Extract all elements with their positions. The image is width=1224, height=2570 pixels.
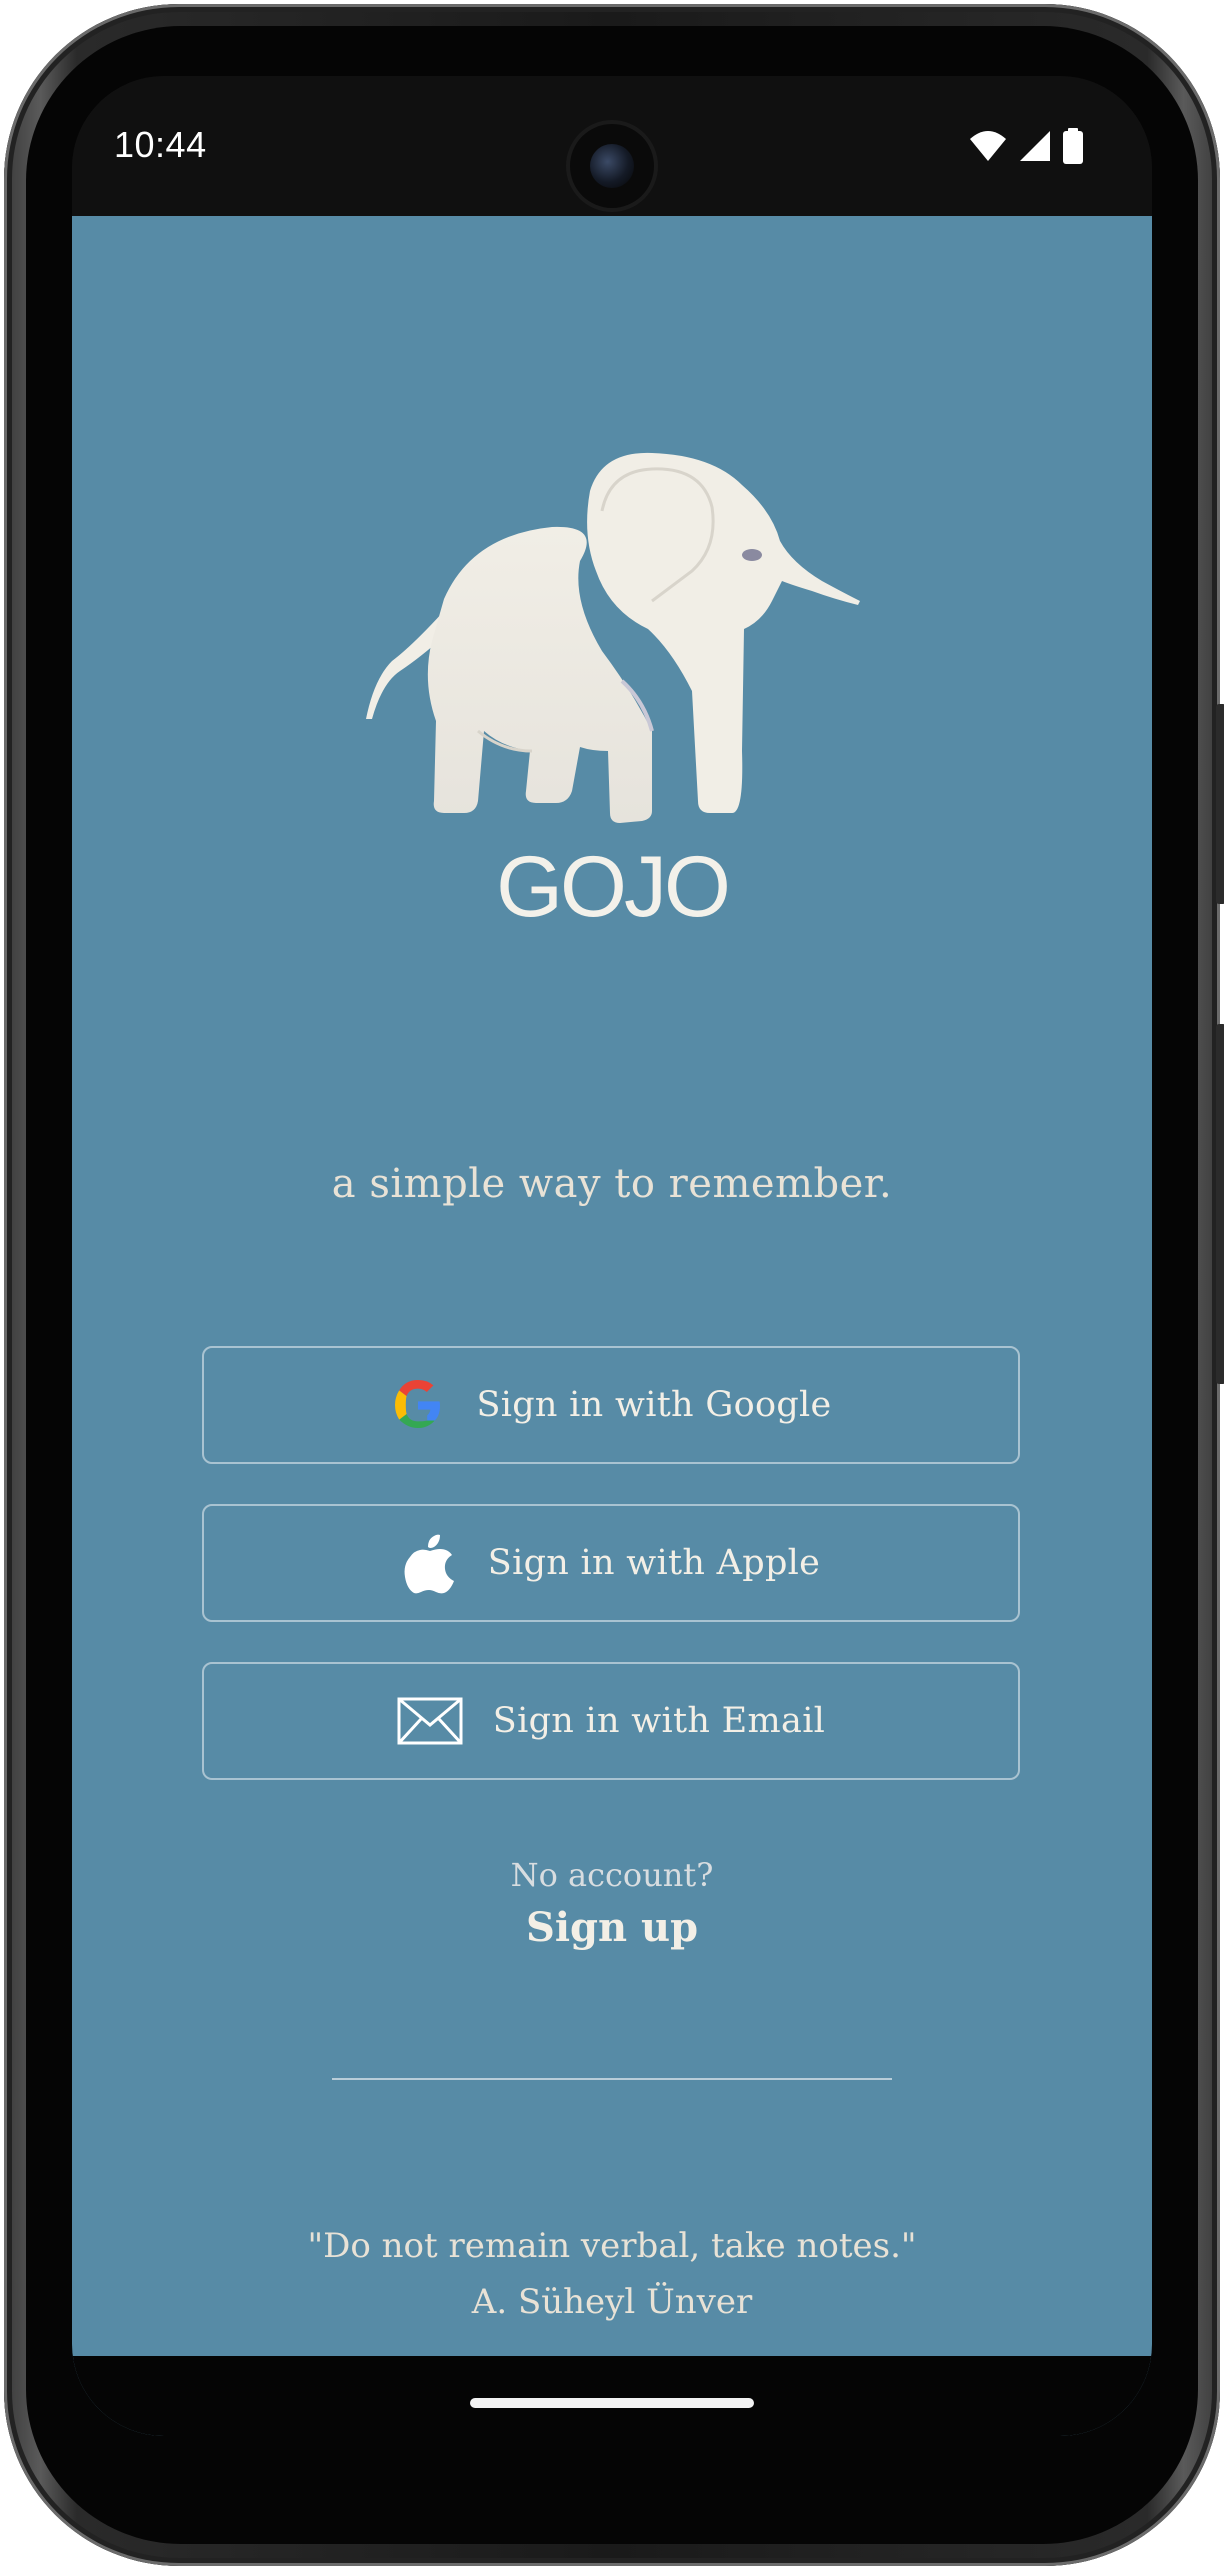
volume-button — [1216, 1024, 1224, 1384]
google-icon — [390, 1377, 446, 1433]
quote-author: A. Süheyl Ünver — [471, 2282, 753, 2322]
sign-in-google-label: Sign in with Google — [476, 1385, 832, 1425]
status-bar: 10:44 — [72, 76, 1152, 216]
envelope-icon — [397, 1697, 463, 1745]
apple-icon — [402, 1531, 458, 1595]
home-indicator[interactable] — [470, 2398, 754, 2408]
sign-up-link[interactable]: Sign up — [72, 1904, 1152, 1951]
screen: 10:44 GOJO a simple way to remember. Sig… — [72, 76, 1152, 2436]
sign-in-email-label: Sign in with Email — [492, 1701, 826, 1741]
power-button — [1216, 704, 1224, 904]
no-account-text: No account? — [510, 1856, 714, 1894]
login-screen: GOJO a simple way to remember. Sign in w… — [72, 216, 1152, 2436]
brand-name: GOJO — [496, 839, 731, 935]
divider — [332, 2078, 892, 2080]
tagline: a simple way to remember. — [331, 1161, 893, 1207]
status-icons — [968, 128, 1084, 164]
sign-in-google-button[interactable]: Sign in with Google — [202, 1346, 1020, 1464]
signal-icon — [1020, 131, 1050, 161]
sign-in-email-button[interactable]: Sign in with Email — [202, 1662, 1020, 1780]
sign-in-apple-label: Sign in with Apple — [487, 1543, 821, 1583]
navigation-bar — [72, 2356, 1152, 2436]
wifi-icon — [970, 131, 1006, 161]
phone-frame: 10:44 GOJO a simple way to remember. Sig… — [4, 4, 1224, 2566]
status-time: 10:44 — [114, 124, 207, 165]
quote-text: "Do not remain verbal, take notes." — [307, 2226, 917, 2266]
front-camera — [570, 124, 654, 208]
sign-in-apple-button[interactable]: Sign in with Apple — [202, 1504, 1020, 1622]
quote-block: "Do not remain verbal, take notes." A. S… — [72, 2218, 1152, 2330]
elephant-logo-icon — [366, 452, 860, 823]
battery-icon — [1063, 128, 1083, 164]
